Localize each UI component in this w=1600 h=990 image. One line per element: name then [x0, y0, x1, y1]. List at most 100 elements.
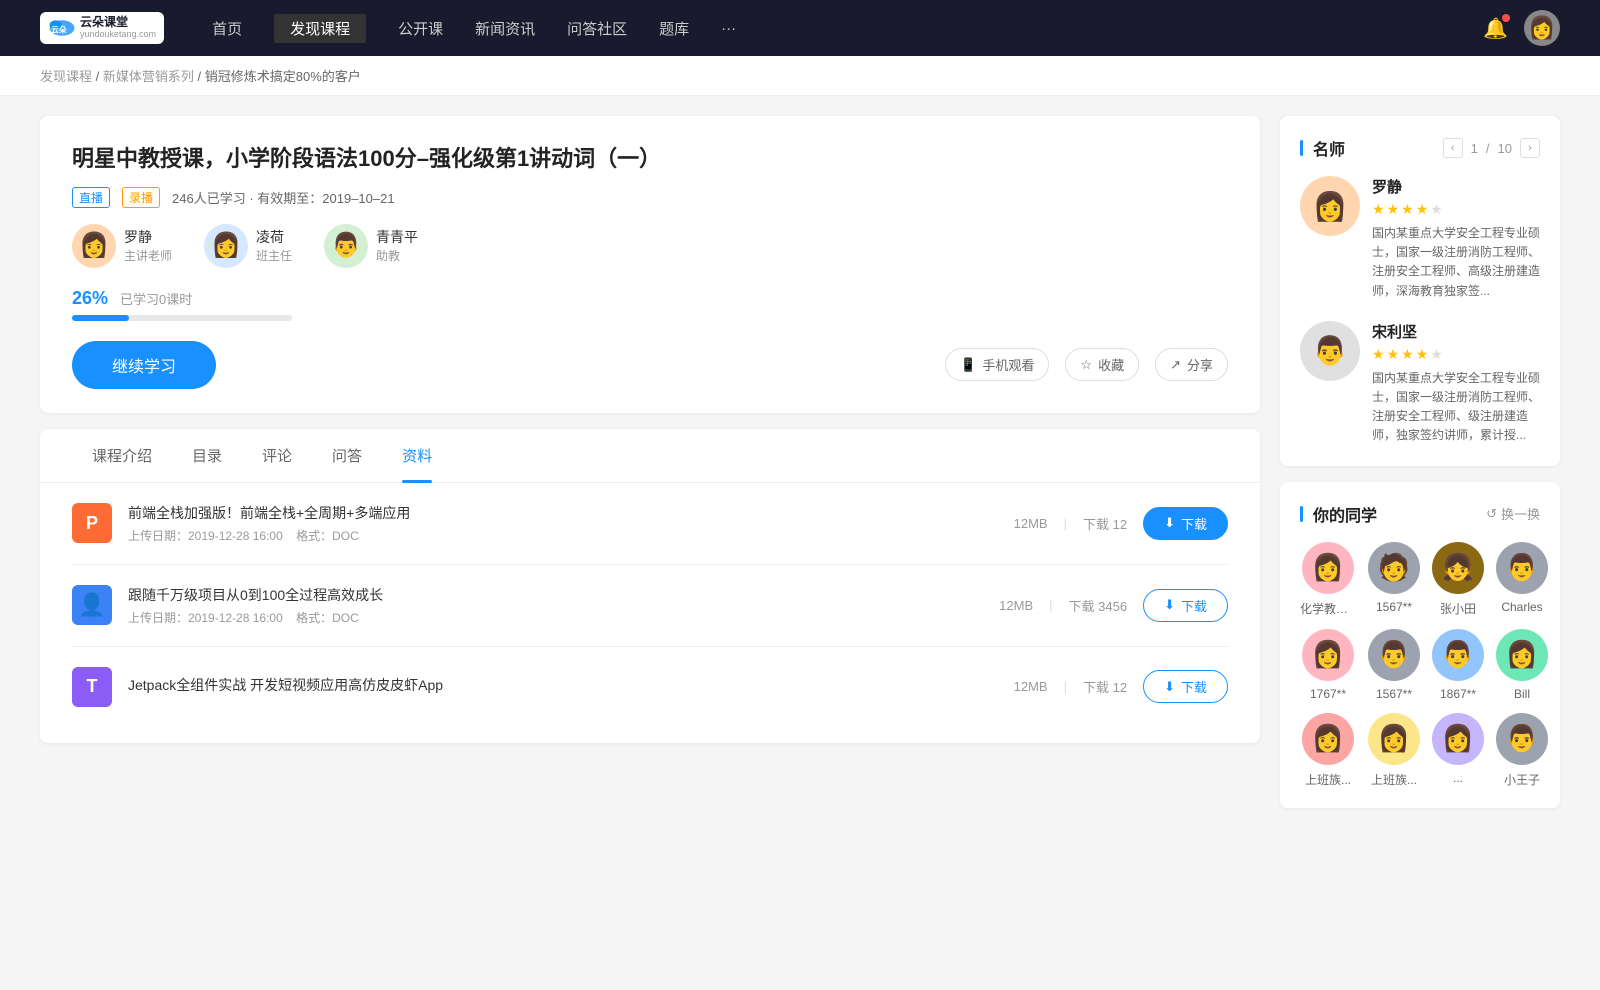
teacher-panel-item-2: 👨 宋利坚 ★ ★ ★ ★ ★ 国内某重点大学安全工程专业硕士，国家一级注册消防…	[1300, 321, 1540, 446]
nav-qa[interactable]: 问答社区	[567, 14, 627, 43]
classmate-1[interactable]: 👩 化学教书...	[1300, 542, 1356, 617]
course-stats: 246人已学习 · 有效期至：2019–10–21	[172, 188, 395, 207]
user-avatar-nav[interactable]: 👩	[1524, 10, 1560, 46]
progress-label: 已学习0课时	[120, 289, 192, 308]
refresh-icon: ↺	[1486, 506, 1497, 522]
classmate-name-6: 1567**	[1376, 687, 1412, 701]
nav-right: 🔔 👩	[1483, 10, 1560, 46]
breadcrumb: 发现课程 / 新媒体营销系列 / 销冠修炼术搞定80%的客户	[0, 56, 1600, 96]
refresh-button[interactable]: ↺ 换一换	[1486, 504, 1540, 523]
classmate-7[interactable]: 👨 1867**	[1432, 629, 1484, 701]
svg-text:云朵: 云朵	[51, 25, 67, 35]
teacher-panel-desc-2: 国内某重点大学安全工程专业硕士，国家一级注册消防工程师、注册安全工程师、级注册建…	[1372, 369, 1540, 446]
download-button-2[interactable]: ⬇ 下载	[1143, 589, 1228, 622]
nav-discover[interactable]: 发现课程	[274, 14, 366, 43]
teacher-2-role: 班主任	[256, 247, 292, 264]
download-label-1: 下载	[1181, 514, 1207, 533]
logo-text: 云朵课堂 yundouketang.com	[80, 16, 156, 39]
teacher-panel-stars-1: ★ ★ ★ ★ ★	[1372, 201, 1540, 218]
classmate-9[interactable]: 👩 上班族...	[1300, 713, 1356, 788]
nav-news[interactable]: 新闻资讯	[475, 14, 535, 43]
teacher-3-role: 助教	[376, 247, 418, 264]
share-button[interactable]: ↗ 分享	[1155, 348, 1228, 381]
resource-item-3: T Jetpack全组件实战 开发短视频应用高仿皮皮虾App 12MB | 下载…	[72, 647, 1228, 727]
classmate-avatar-8: 👩	[1496, 629, 1548, 681]
action-buttons: 📱 手机观看 ☆ 收藏 ↗ 分享	[945, 348, 1228, 381]
mobile-view-button[interactable]: 📱 手机观看	[945, 348, 1049, 381]
classmates-header: 你的同学 ↺ 换一换	[1300, 502, 1540, 526]
classmate-name-11: ...	[1453, 771, 1463, 785]
classmate-11[interactable]: 👩 ...	[1432, 713, 1484, 788]
progress-bar-bg	[72, 315, 292, 321]
classmate-avatar-4: 👨	[1496, 542, 1548, 594]
nav-more[interactable]: ···	[721, 16, 736, 41]
teacher-1-info: 罗静 主讲老师	[124, 227, 172, 264]
teachers-list: 👩 罗静 主讲老师 👩 凌荷 班主任	[72, 224, 1228, 268]
teacher-panel-name-2: 宋利坚	[1372, 321, 1540, 342]
progress-bar-fill	[72, 315, 129, 321]
resource-downloads-3: 下载 12	[1083, 677, 1127, 696]
teacher-panel-item-1: 👩 罗静 ★ ★ ★ ★ ★ 国内某重点大学安全工程专业硕士，国家一级注册消防工…	[1300, 176, 1540, 301]
bell-icon[interactable]: 🔔	[1483, 16, 1508, 41]
teacher-2-info: 凌荷 班主任	[256, 227, 292, 264]
tab-qa[interactable]: 问答	[312, 429, 382, 482]
classmate-2[interactable]: 🧑 1567**	[1368, 542, 1420, 617]
breadcrumb-discover[interactable]: 发现课程	[40, 69, 92, 84]
teacher-3-avatar: 👨	[324, 224, 368, 268]
teachers-page-total: 10	[1498, 141, 1512, 156]
collect-label: 收藏	[1098, 355, 1124, 374]
teachers-prev-button[interactable]: ‹	[1443, 138, 1463, 158]
resource-downloads-1: 下载 12	[1083, 514, 1127, 533]
collect-button[interactable]: ☆ 收藏	[1065, 348, 1139, 381]
breadcrumb-series[interactable]: 新媒体营销系列	[103, 69, 194, 84]
teacher-2: 👩 凌荷 班主任	[204, 224, 292, 268]
classmate-3[interactable]: 👧 张小田	[1432, 542, 1484, 617]
classmates-title: 你的同学	[1300, 502, 1377, 526]
teacher-panel-avatar-2: 👨	[1300, 321, 1360, 381]
mobile-icon: 📱	[960, 357, 976, 373]
classmate-12[interactable]: 👨 小王子	[1496, 713, 1548, 788]
teacher-panel-avatar-1: 👩	[1300, 176, 1360, 236]
classmate-4[interactable]: 👨 Charles	[1496, 542, 1548, 617]
tab-comment[interactable]: 评论	[242, 429, 312, 482]
teacher-2-name: 凌荷	[256, 227, 292, 247]
classmate-10[interactable]: 👩 上班族...	[1368, 713, 1420, 788]
navbar: 云朵 云朵课堂 yundouketang.com 首页 发现课程 公开课 新闻资…	[0, 0, 1600, 56]
tab-resource[interactable]: 资料	[382, 429, 452, 482]
refresh-label: 换一换	[1501, 504, 1540, 523]
resource-size-2: 12MB	[999, 598, 1033, 613]
teachers-panel-nav: ‹ 1 / 10 ›	[1443, 138, 1540, 158]
logo-area[interactable]: 云朵 云朵课堂 yundouketang.com	[40, 12, 164, 43]
nav-open[interactable]: 公开课	[398, 14, 443, 43]
teacher-1: 👩 罗静 主讲老师	[72, 224, 172, 268]
resource-item-1: P 前端全栈加强版！前端全栈+全周期+多端应用 上传日期：2019-12-28 …	[72, 483, 1228, 565]
classmate-8[interactable]: 👩 Bill	[1496, 629, 1548, 701]
course-actions: 继续学习 📱 手机观看 ☆ 收藏 ↗ 分享	[72, 341, 1228, 389]
download-button-1[interactable]: ⬇ 下载	[1143, 507, 1228, 540]
tab-catalog[interactable]: 目录	[172, 429, 242, 482]
teachers-panel-title: 名师	[1300, 136, 1345, 160]
classmate-avatar-9: 👩	[1302, 713, 1354, 765]
teacher-1-role: 主讲老师	[124, 247, 172, 264]
notification-dot	[1502, 14, 1510, 22]
classmate-5[interactable]: 👩 1767**	[1300, 629, 1356, 701]
nav-exam[interactable]: 题库	[659, 14, 689, 43]
nav-home[interactable]: 首页	[212, 14, 242, 43]
teacher-3-name: 青青平	[376, 227, 418, 247]
classmate-avatar-1: 👩	[1302, 542, 1354, 594]
teachers-next-button[interactable]: ›	[1520, 138, 1540, 158]
tab-intro[interactable]: 课程介绍	[72, 429, 172, 482]
teacher-1-avatar: 👩	[72, 224, 116, 268]
resource-downloads-2: 下载 3456	[1069, 596, 1128, 615]
classmate-name-12: 小王子	[1504, 771, 1540, 788]
resource-meta-2: 上传日期：2019-12-28 16:00 格式：DOC	[128, 609, 983, 626]
classmate-avatar-3: 👧	[1432, 542, 1484, 594]
classmate-6[interactable]: 👨 1567**	[1368, 629, 1420, 701]
resource-size-1: 12MB	[1014, 516, 1048, 531]
classmate-name-2: 1567**	[1376, 600, 1412, 614]
progress-section: 26% 已学习0课时	[72, 288, 1228, 321]
continue-button[interactable]: 继续学习	[72, 341, 216, 389]
download-button-3[interactable]: ⬇ 下载	[1143, 670, 1228, 703]
classmate-name-3: 张小田	[1440, 600, 1476, 617]
teacher-1-name: 罗静	[124, 227, 172, 247]
